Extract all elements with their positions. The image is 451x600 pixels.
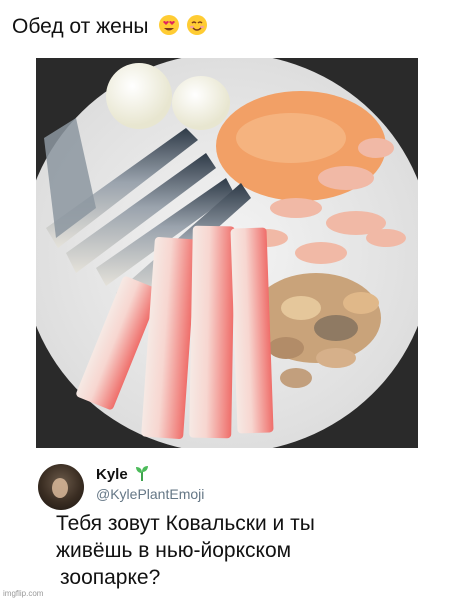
tweet-text: Тебя зовут Ковальски и ты живёшь в нью-й…	[56, 510, 386, 591]
quail-egg	[172, 76, 230, 130]
heart-eyes-emoji-icon	[159, 15, 180, 35]
caption-text: Обед от жены	[12, 15, 149, 38]
watermark: imgflip.com	[3, 589, 44, 598]
caption-row: Обед от жены	[12, 14, 208, 40]
quail-egg	[106, 63, 172, 129]
avatar[interactable]	[38, 464, 84, 510]
sprout-icon	[136, 466, 148, 481]
food-plate-image	[22, 53, 432, 453]
tweet-text-line: живёшь в нью-йоркском	[56, 539, 292, 562]
tweet-text-line: Тебя зовут Ковальски и ты	[56, 512, 315, 535]
display-name[interactable]: Kyle	[96, 466, 128, 483]
tweet-card: Kyle @KylePlantEmoji Тебя зовут Ковальск…	[36, 452, 443, 596]
user-handle[interactable]: @KylePlantEmoji	[96, 486, 204, 502]
smiling-blush-emoji-icon	[187, 15, 208, 35]
food-plate-photo	[22, 53, 432, 453]
tweet-text-line: зоопарке?	[60, 566, 161, 589]
